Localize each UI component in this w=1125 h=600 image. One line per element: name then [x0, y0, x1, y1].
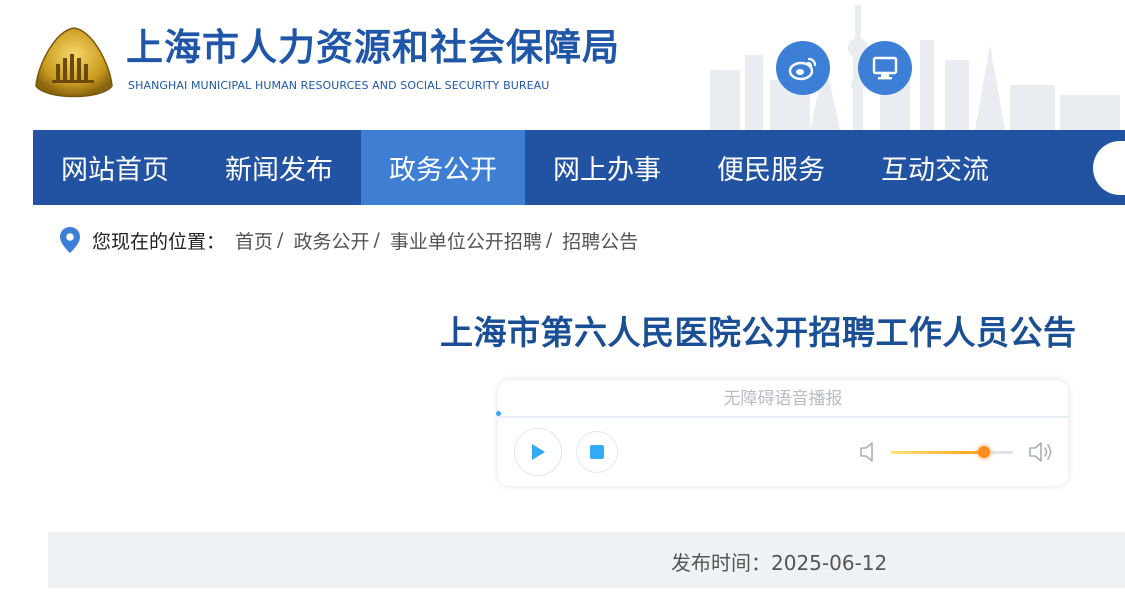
publish-time-label: 发布时间： — [671, 551, 771, 575]
breadcrumb-separator: / — [545, 229, 553, 251]
audio-player-label: 无障碍语音播报 — [496, 380, 1068, 418]
volume-slider-handle[interactable] — [977, 446, 990, 458]
breadcrumb-government-affairs[interactable]: 政务公开 — [293, 227, 369, 254]
nav-item-online-services[interactable]: 网上办事 — [525, 130, 689, 205]
stop-icon — [590, 445, 604, 459]
search-box[interactable] — [1093, 141, 1125, 195]
monitor-icon — [872, 56, 898, 80]
site-title: 上海市人力资源和社会保障局 — [126, 26, 620, 69]
bureau-emblem-logo — [35, 27, 113, 98]
weibo-button[interactable] — [776, 41, 830, 95]
nav-item-news[interactable]: 新闻发布 — [197, 130, 361, 205]
location-pin-icon — [60, 227, 80, 253]
volume-low-icon[interactable] — [858, 440, 878, 464]
audio-player: 无障碍语音播报 — [496, 380, 1068, 486]
volume-high-icon[interactable] — [1027, 440, 1055, 464]
play-button[interactable] — [514, 428, 562, 476]
nav-item-government-affairs[interactable]: 政务公开 — [361, 130, 525, 205]
stop-button[interactable] — [576, 431, 618, 473]
breadcrumb-separator: / — [373, 229, 380, 251]
volume-slider-fill — [891, 451, 984, 454]
play-icon — [532, 444, 545, 460]
breadcrumb-home[interactable]: 首页 — [235, 227, 273, 254]
breadcrumb: 您现在的位置： 首页 / 政务公开 / 事业单位公开招聘 / 招聘公告 — [58, 225, 638, 255]
article-meta-bar — [48, 532, 1125, 588]
audio-player-title: 无障碍语音播报 — [723, 389, 843, 409]
site-header: 上海市人力资源和社会保障局 SHANGHAI MUNICIPAL HUMAN R… — [0, 0, 1125, 130]
volume-slider[interactable] — [891, 446, 1013, 458]
breadcrumb-prefix: 您现在的位置： — [92, 230, 226, 253]
breadcrumb-separator: / — [277, 229, 284, 251]
playback-progress-indicator — [496, 411, 501, 416]
nav-item-public-services[interactable]: 便民服务 — [689, 130, 853, 205]
breadcrumb-recruitment-notice[interactable]: 招聘公告 — [562, 227, 638, 254]
publish-time: 发布时间：2025-06-12 — [671, 547, 887, 576]
weibo-icon — [788, 57, 817, 81]
nav-item-interaction[interactable]: 互动交流 — [853, 130, 1017, 205]
main-navigation: 网站首页 新闻发布 政务公开 网上办事 便民服务 互动交流 — [33, 130, 1125, 205]
site-subtitle: SHANGHAI MUNICIPAL HUMAN RESOURCES AND S… — [128, 79, 550, 92]
desktop-site-button[interactable] — [858, 41, 912, 95]
article-title: 上海市第六人民医院公开招聘工作人员公告 — [440, 313, 1077, 352]
nav-item-home[interactable]: 网站首页 — [33, 130, 197, 205]
publish-date: 2025-06-12 — [771, 551, 888, 575]
breadcrumb-public-recruitment[interactable]: 事业单位公开招聘 — [390, 227, 542, 254]
